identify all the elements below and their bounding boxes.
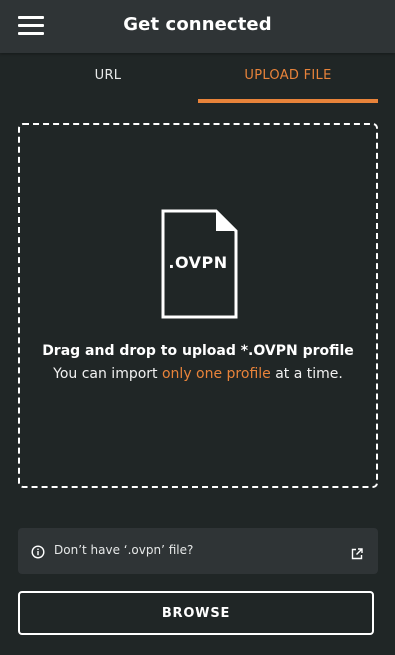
dropzone-title: Drag and drop to upload *.OVPN profile <box>42 343 354 359</box>
only-one-profile-link[interactable]: only one profile <box>162 366 271 382</box>
tab-upload-file[interactable]: UPLOAD FILE <box>198 53 378 103</box>
external-link-icon[interactable] <box>351 545 363 560</box>
dropzone-subtitle-prefix: You can import <box>53 366 162 382</box>
dropzone-subtitle: You can import only one profile at a tim… <box>20 366 376 382</box>
file-extension-label: .OVPN <box>168 253 228 272</box>
file-dropzone[interactable]: .OVPN Drag and drop to upload *.OVPN pro… <box>18 123 378 488</box>
dropzone-subtitle-suffix: at a time. <box>270 366 343 382</box>
file-icon: .OVPN <box>161 209 239 319</box>
tab-url[interactable]: URL <box>18 53 198 103</box>
browse-button[interactable]: BROWSE <box>18 591 374 635</box>
active-tab-indicator <box>198 99 378 103</box>
no-ovpn-file-help[interactable]: Don’t have ‘.ovpn’ file? <box>18 528 378 574</box>
info-text: Don’t have ‘.ovpn’ file? <box>54 543 194 557</box>
info-icon <box>31 544 45 559</box>
app-header: Get connected <box>0 0 395 53</box>
tab-bar: URL UPLOAD FILE <box>18 53 378 103</box>
page-title: Get connected <box>123 14 272 35</box>
